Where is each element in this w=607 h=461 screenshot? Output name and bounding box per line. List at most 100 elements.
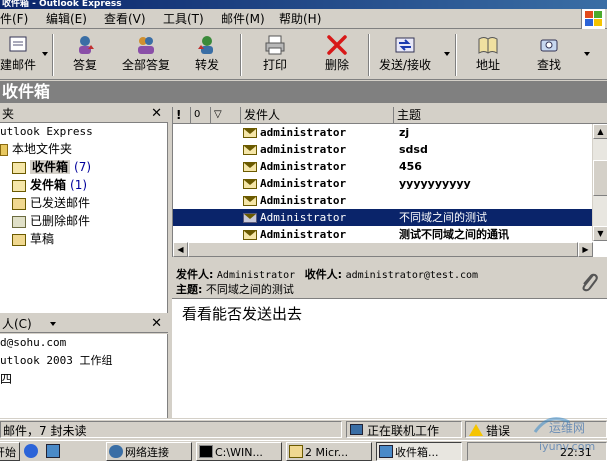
send-receive-label: 发送/接收 <box>378 58 432 72</box>
send-receive-dropdown-icon[interactable] <box>444 52 450 56</box>
delete-button[interactable]: 删除 <box>314 33 360 77</box>
contacts-list: d@sohu.com utlook 2003 工作组 四 <box>0 334 168 418</box>
reply-all-button[interactable]: 全部答复 <box>116 33 176 77</box>
tree-item-label: 发件箱 <box>30 178 67 192</box>
column-priority[interactable]: ! <box>173 107 191 124</box>
tree-item-label: 已发送邮件 <box>30 196 91 210</box>
forward-button[interactable]: 转发 <box>184 33 230 77</box>
message-subject: yyyyyyyyyy <box>399 177 471 190</box>
message-row[interactable]: administrator zj <box>173 124 593 141</box>
tree-item-label: 草稿 <box>30 232 55 246</box>
preview-from-label: 发件人: <box>176 268 214 281</box>
taskbar: 开始 网络连接 C:\WIN... 2 Micr... 收件箱... 22:31 <box>0 440 607 461</box>
send-receive-button[interactable]: 发送/接收 <box>374 33 436 77</box>
tree-item-label: 本地文件夹 <box>12 142 73 156</box>
new-mail-button[interactable]: 建邮件 <box>0 33 38 77</box>
message-subject: 不同域之间的测试 <box>399 211 487 224</box>
address-book-icon <box>478 37 498 54</box>
folder-tree: utlook Express 本地文件夹 收件箱 (7) 发件箱 (1) 已发送邮件… <box>0 123 168 313</box>
message-subject: 456 <box>399 160 422 173</box>
toolbar-separator <box>368 34 370 76</box>
tree-item-outbox[interactable]: 发件箱 (1) <box>12 176 87 194</box>
preview-subject-label: 主题: <box>176 283 203 296</box>
tree-item-label: 已删除邮件 <box>30 214 91 228</box>
computer-icon <box>350 424 363 435</box>
menu-tools[interactable]: 工具(T) <box>163 11 204 27</box>
menu-view[interactable]: 查看(V) <box>104 11 146 27</box>
preview-body[interactable]: 看看能否发送出去 <box>172 299 607 418</box>
message-subject: zj <box>399 126 410 139</box>
addresses-button[interactable]: 地址 <box>466 33 510 77</box>
window-group-icon <box>289 445 303 458</box>
attachment-paperclip-icon[interactable] <box>579 271 599 293</box>
menu-message[interactable]: 邮件(M) <box>221 11 265 27</box>
menu-help[interactable]: 帮助(H) <box>279 11 321 27</box>
message-row[interactable]: Administrator 测试不同域之间的通讯 <box>173 226 593 243</box>
unread-count: (7) <box>74 160 92 174</box>
scroll-up-icon[interactable]: ▲ <box>593 124 607 139</box>
window-title-bar[interactable]: 收件箱 - Outlook Express <box>0 0 607 9</box>
scroll-thumb[interactable] <box>593 160 607 196</box>
outlook-quicklaunch-icon[interactable] <box>46 444 60 458</box>
message-row[interactable]: Administrator yyyyyyyyyy <box>173 175 593 192</box>
preview-header: 发件人: Administrator 收件人: administrator@te… <box>172 265 607 299</box>
tree-item-inbox[interactable]: 收件箱 (7) <box>12 158 91 176</box>
task-inbox[interactable]: 收件箱... <box>376 442 462 461</box>
tree-item-local-folders[interactable]: 本地文件夹 <box>0 140 72 158</box>
preview-subject-value: 不同域之间的测试 <box>205 283 294 296</box>
folders-close-icon[interactable]: ✕ <box>151 106 162 122</box>
message-from: Administrator <box>260 194 347 207</box>
folders-pane-title: 夹 <box>2 107 15 121</box>
tree-root-outlook-express[interactable]: utlook Express <box>0 123 93 141</box>
task-command-prompt[interactable]: C:\WIN... <box>196 442 282 461</box>
find-icon <box>540 39 558 52</box>
message-body-text: 看看能否发送出去 <box>182 305 303 323</box>
tree-item-sent[interactable]: 已发送邮件 <box>12 194 90 212</box>
status-summary: 邮件，7 封未读 <box>0 421 342 438</box>
task-microsoft-group[interactable]: 2 Micr... <box>286 442 372 461</box>
message-row[interactable]: Administrator 456 <box>173 158 593 175</box>
menu-file[interactable]: 件(F) <box>0 11 28 27</box>
clock[interactable]: 22:31 <box>560 443 592 461</box>
drafts-icon <box>12 233 26 246</box>
column-subject[interactable]: 主题 <box>394 107 607 124</box>
contacts-dropdown-icon[interactable] <box>50 322 56 326</box>
message-list-vertical-scrollbar[interactable]: ▲ ▼ <box>592 124 607 241</box>
message-row[interactable]: administrator sdsd <box>173 141 593 158</box>
column-from[interactable]: 发件人 <box>241 107 394 124</box>
find-dropdown-icon[interactable] <box>584 52 590 56</box>
contact-item[interactable]: 四 <box>0 370 12 388</box>
contacts-close-icon[interactable]: ✕ <box>151 316 162 332</box>
print-button[interactable]: 打印 <box>252 33 298 77</box>
contacts-pane-title[interactable]: 人(C) <box>0 317 32 331</box>
toolbar: 建邮件 答复 全部答复 转发 打印 删除 发送/接收 地址 查找 <box>0 30 607 80</box>
scroll-down-icon[interactable]: ▼ <box>593 226 607 241</box>
column-attachment[interactable]: 0 <box>191 107 211 124</box>
message-row[interactable]: Administrator <box>173 192 593 209</box>
status-error[interactable]: 错误 <box>465 421 607 438</box>
scroll-right-icon[interactable]: ▶ <box>578 242 593 257</box>
printer-icon <box>265 35 285 55</box>
message-row-selected[interactable]: Administrator 不同域之间的测试 <box>173 209 593 226</box>
find-button[interactable]: 查找 <box>526 33 572 77</box>
column-flag[interactable]: ▽ <box>211 107 241 124</box>
start-button[interactable]: 开始 <box>0 442 20 461</box>
tree-item-deleted[interactable]: 已删除邮件 <box>12 212 90 230</box>
folders-pane-header: 夹 ✕ <box>0 106 168 123</box>
sent-items-icon <box>12 197 26 210</box>
ie-quicklaunch-icon[interactable] <box>24 444 38 458</box>
contact-item[interactable]: utlook 2003 工作组 <box>0 352 112 370</box>
horizontal-scroll-thumb[interactable] <box>188 242 578 257</box>
reply-button[interactable]: 答复 <box>62 33 108 77</box>
tree-item-drafts[interactable]: 草稿 <box>12 230 54 248</box>
task-network-connections[interactable]: 网络连接 <box>106 442 192 461</box>
message-list-horizontal-scrollbar[interactable]: ◀ ▶ <box>173 242 593 257</box>
menu-edit[interactable]: 编辑(E) <box>46 11 87 27</box>
new-mail-dropdown-icon[interactable] <box>42 52 48 56</box>
new-mail-icon <box>9 36 27 52</box>
scroll-left-icon[interactable]: ◀ <box>173 242 188 257</box>
tree-root-label: utlook Express <box>0 125 93 138</box>
message-from: Administrator <box>260 228 347 241</box>
preview-to-value: administrator@test.com <box>345 270 479 281</box>
contact-item[interactable]: d@sohu.com <box>0 334 66 352</box>
